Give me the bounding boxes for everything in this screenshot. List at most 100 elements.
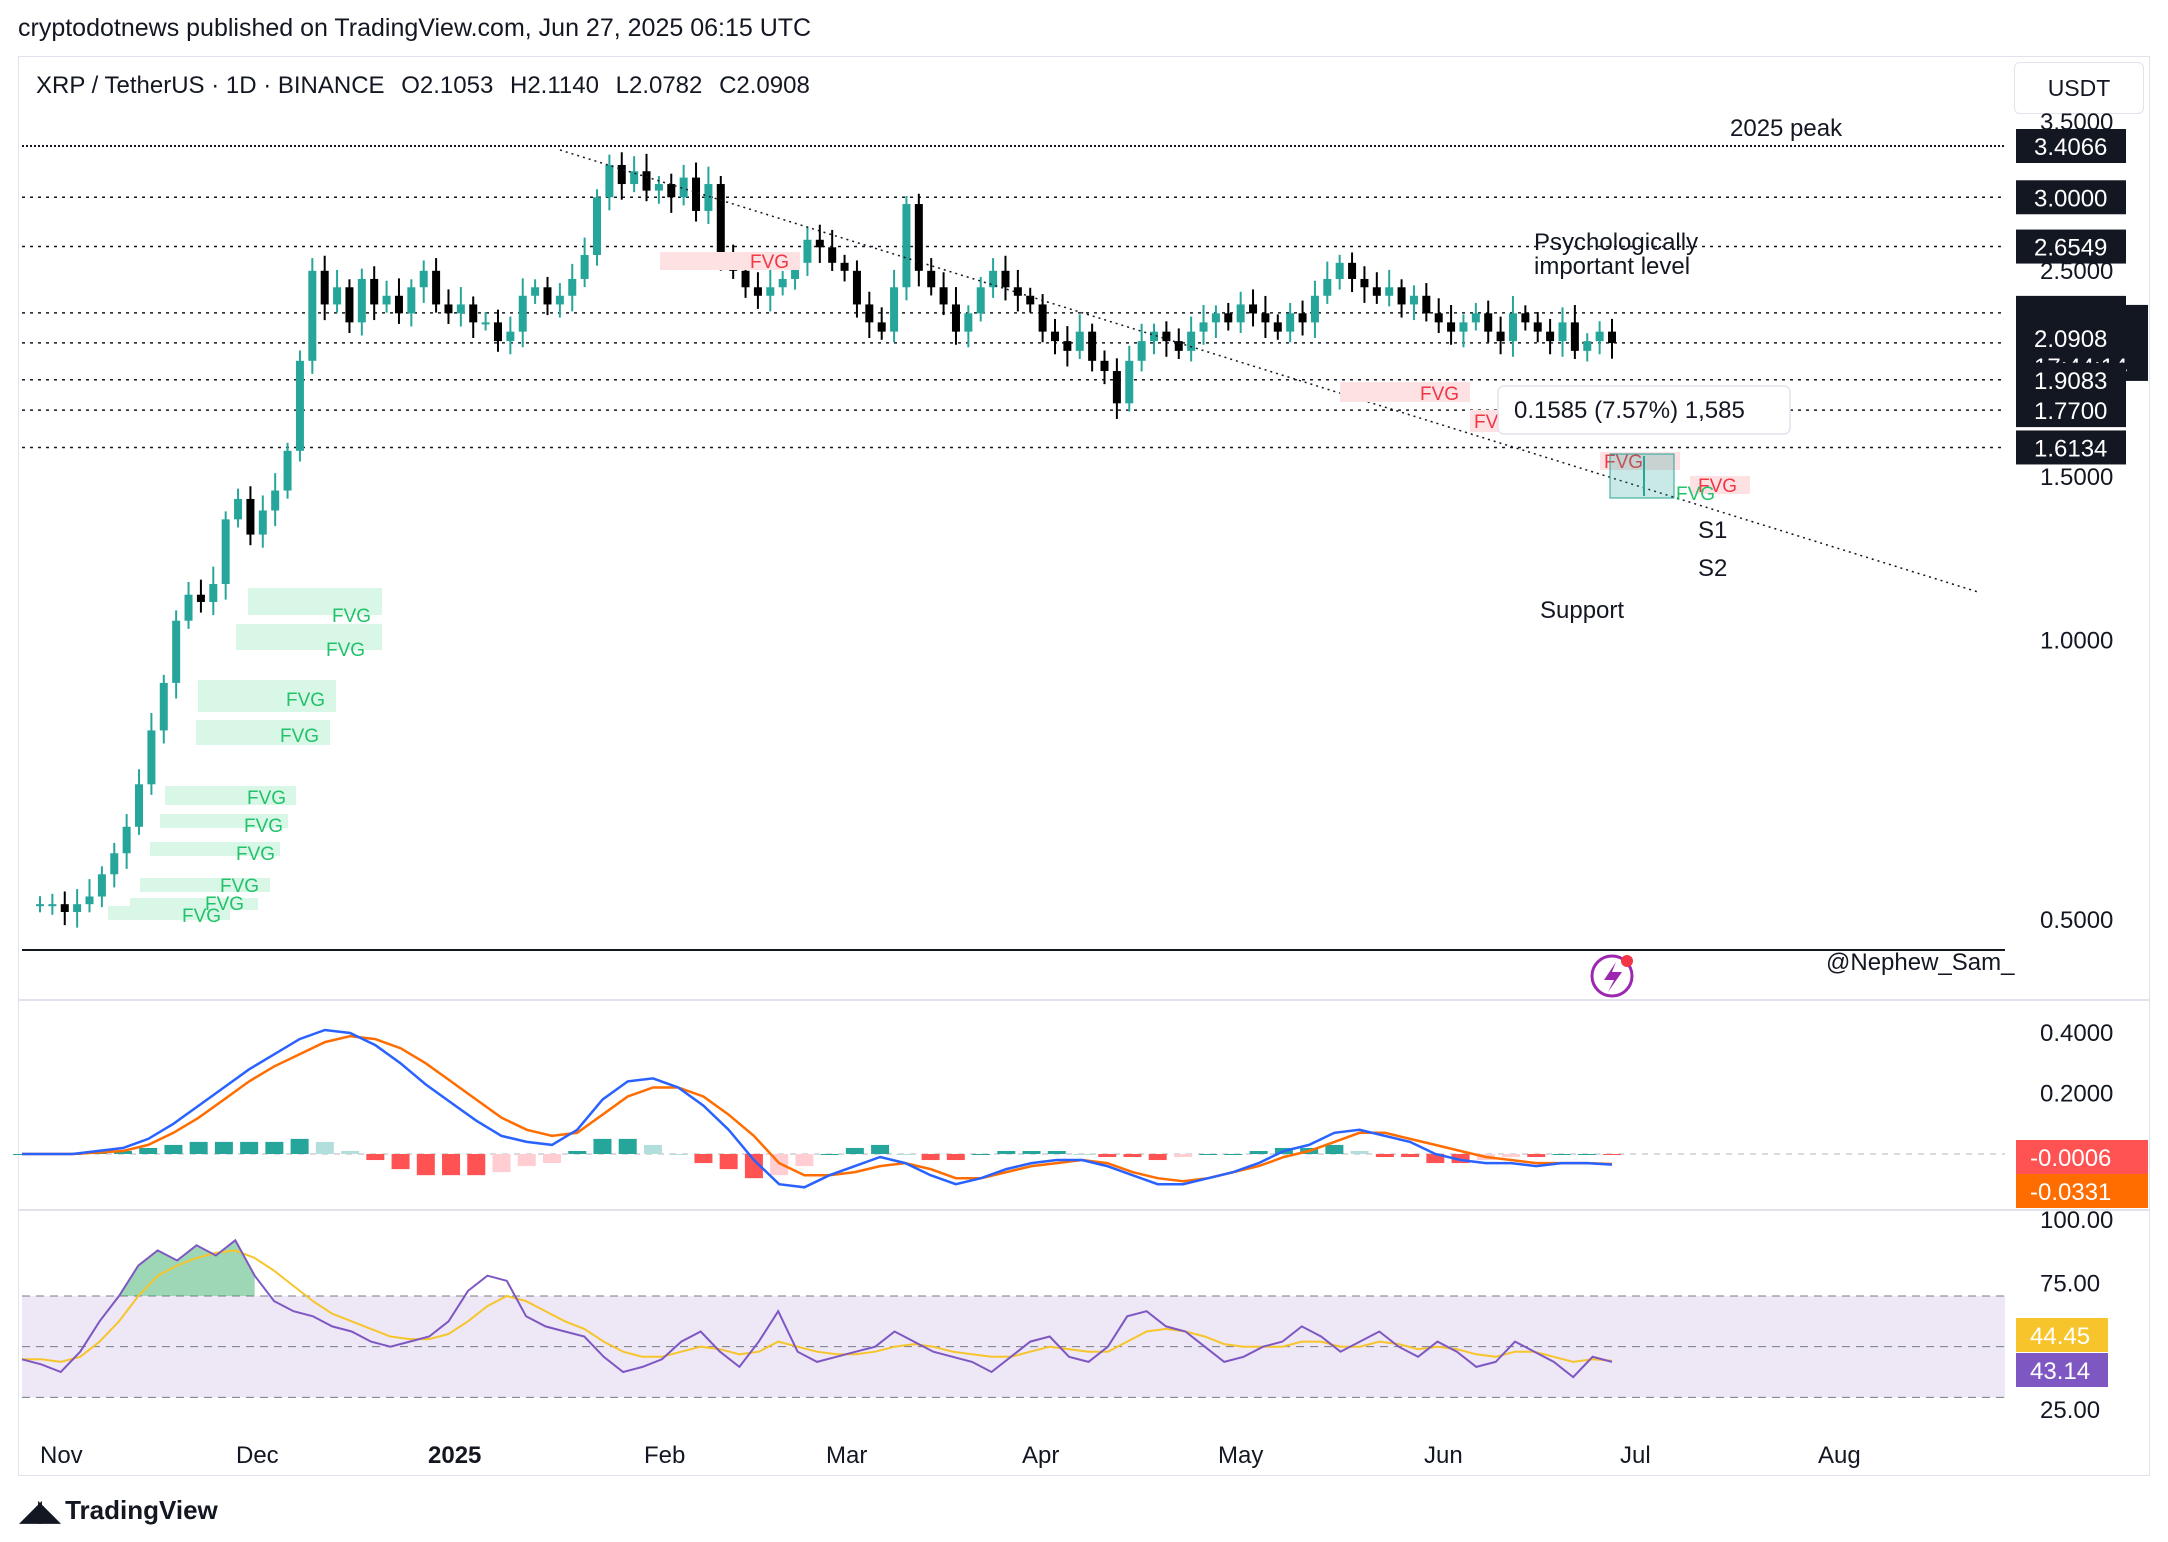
macd-signal-line [22, 1034, 1613, 1183]
candle-body [543, 287, 552, 305]
candle-body [258, 510, 267, 535]
candle-body [1236, 304, 1245, 323]
time-axis[interactable]: Nov Dec 2025 Feb Mar Apr May Jun Jul Aug [40, 1442, 1861, 1469]
macd-histogram-bar [820, 1154, 839, 1155]
rsi-overbought-fill [118, 1240, 255, 1296]
candle-body [1298, 313, 1307, 323]
footer-brand: TradingView [65, 1495, 218, 1525]
macd-histogram-bar [946, 1154, 965, 1161]
macd-histogram-bar [997, 1150, 1016, 1154]
candle-body [555, 295, 564, 305]
time-axis-label[interactable]: Aug [1818, 1442, 1861, 1469]
flash-icon-bolt [1604, 962, 1622, 992]
candle-body [60, 904, 69, 913]
candle-body [345, 287, 354, 323]
fvg-label-green: FVG [1676, 484, 1715, 505]
candle-body [209, 584, 218, 602]
macd-histogram-bar [1199, 1154, 1218, 1155]
candle-body [951, 304, 960, 332]
level-note: Psychologically [1534, 229, 1698, 256]
candle-body [605, 164, 614, 198]
flash-icon-dot [1621, 955, 1633, 967]
fvg-label-green: FVG [236, 844, 275, 865]
candle-body [778, 278, 787, 288]
candle-body [741, 270, 750, 288]
macd-histogram-bar [719, 1154, 738, 1170]
macd-histogram-bar [442, 1154, 461, 1176]
tradingview-logo[interactable]: ◢◣ TradingView [20, 1494, 218, 1527]
last-price-value: 2.0908 [2034, 326, 2107, 353]
macd-histogram-bar [1123, 1154, 1142, 1158]
macd-histogram-bar [240, 1141, 259, 1154]
candle-body [927, 270, 936, 288]
macd-histogram-bar [214, 1141, 233, 1154]
macd-histogram-bar [1325, 1144, 1344, 1154]
candle-body [1558, 322, 1567, 342]
candle-body [1187, 331, 1196, 351]
macd-histogram-bar [972, 1154, 991, 1155]
macd-histogram-bar [618, 1138, 637, 1154]
signal-badge-value: -0.0331 [2030, 1179, 2111, 1206]
level-note: important level [1534, 253, 1690, 280]
macd-histogram-bar [1047, 1150, 1066, 1154]
rsi-axis-tick: 100.00 [2040, 1207, 2113, 1234]
time-axis-label[interactable]: Jun [1424, 1442, 1463, 1469]
candle-body [1323, 278, 1332, 296]
rsi-axis-tick: 25.00 [2040, 1397, 2100, 1424]
time-axis-label[interactable]: Mar [826, 1442, 867, 1469]
macd-histogram-bar [669, 1154, 688, 1155]
time-axis-label[interactable]: Nov [40, 1442, 83, 1469]
macd-histogram-bar [467, 1154, 486, 1176]
level-badge-value: 3.4066 [2034, 134, 2107, 161]
time-axis-label[interactable]: Dec [236, 1442, 279, 1469]
candle-body [593, 197, 602, 255]
time-axis-label[interactable]: May [1218, 1442, 1263, 1469]
price-pane[interactable]: 0.50001.00001.50002.50003.5000FVGFVGFVGF… [18, 109, 2150, 1211]
rsi-axis-tick: 75.00 [2040, 1270, 2100, 1297]
candle-body [1533, 322, 1542, 332]
macd-histogram-bar [1401, 1154, 1420, 1158]
candle-body [630, 171, 639, 185]
candle-body [1397, 287, 1406, 305]
macd-histogram-bar [164, 1144, 183, 1154]
macd-histogram-bar [593, 1138, 612, 1154]
fvg-label-green: FVG [326, 640, 365, 661]
candle-body [852, 270, 861, 305]
macd-histogram-bar [139, 1147, 158, 1154]
candle-body [1261, 313, 1270, 323]
candle-body [840, 262, 849, 271]
level-note: S2 [1698, 555, 1727, 582]
macd-histogram-bar [1249, 1150, 1268, 1154]
macd-axis-tick: 0.4000 [2040, 1020, 2113, 1047]
level-note: 2025 peak [1730, 115, 1843, 142]
candle-body [246, 498, 255, 535]
chart-canvas[interactable]: 0.50001.00001.50002.50003.5000FVGFVGFVGF… [0, 0, 2168, 1542]
macd-pane: 0.4000 0.2000 -0.0006 -0.0331 [13, 1020, 2148, 1208]
time-axis-label[interactable]: Jul [1620, 1442, 1651, 1469]
candle-body [1273, 322, 1282, 332]
candle-body [1409, 295, 1418, 305]
macd-histogram-bar [341, 1150, 360, 1154]
measure-range-box [1609, 453, 1675, 499]
macd-histogram-bar [1173, 1154, 1192, 1158]
candle-body [469, 304, 478, 323]
candle-body [122, 826, 131, 854]
candle-body [234, 498, 243, 520]
candle-body [939, 287, 948, 305]
rsi-pane: 100.00 75.00 25.00 44.45 43.14 [21, 1207, 2113, 1424]
candle-body [110, 853, 119, 875]
time-axis-label[interactable]: Feb [644, 1442, 685, 1469]
candle-body [184, 594, 193, 621]
candle-body [692, 177, 701, 211]
candle-body [419, 270, 428, 288]
candle-body [506, 331, 515, 342]
candle-body [1434, 313, 1443, 323]
candle-body [172, 620, 181, 683]
candle-body [865, 304, 874, 323]
time-axis-label[interactable]: Apr [1022, 1442, 1059, 1469]
candle-body [1075, 331, 1084, 351]
macd-line [22, 1028, 1613, 1189]
time-axis-label[interactable]: 2025 [428, 1442, 481, 1469]
macd-axis-tick: 0.2000 [2040, 1081, 2113, 1108]
candle-body [1484, 313, 1493, 332]
